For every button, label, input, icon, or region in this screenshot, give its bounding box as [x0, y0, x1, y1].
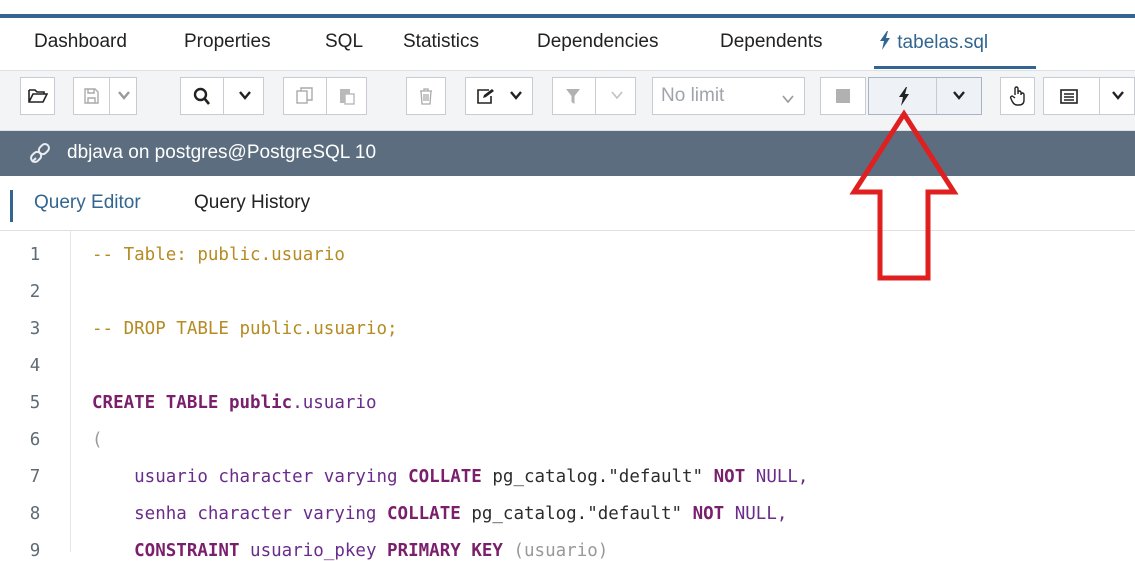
sql-text: NULL, — [724, 504, 788, 524]
tab-dashboard[interactable]: Dashboard — [34, 31, 127, 53]
search-icon — [193, 87, 211, 106]
stop-icon — [835, 88, 851, 104]
sql-text: (usuario) — [502, 541, 609, 561]
tab-query-file-label: tabelas.sql — [897, 32, 989, 53]
chevron-down-icon[interactable] — [510, 91, 522, 100]
tab-dependents[interactable]: Dependents — [720, 31, 822, 53]
connection-label: dbjava on postgres@PostgreSQL 10 — [67, 142, 377, 163]
folder-open-icon — [27, 88, 48, 104]
sql-keyword: public — [228, 393, 293, 413]
sql-keyword: COLLATE — [408, 467, 482, 487]
line-number: 8 — [29, 504, 41, 524]
editor-tab-bar: Query Editor Query History — [0, 176, 1135, 231]
edit-button[interactable] — [465, 77, 533, 115]
sql-text: usuario character varying — [92, 467, 409, 487]
tab-query-file[interactable]: tabelas.sql — [878, 31, 988, 56]
code-line: senha character varying COLLATE pg_catal… — [92, 504, 787, 524]
line-number: 2 — [29, 282, 41, 302]
tab-sql[interactable]: SQL — [325, 31, 363, 53]
main-tab-bar: Dashboard Properties SQL Statistics Depe… — [0, 18, 1135, 71]
sql-keyword: NOT — [692, 504, 725, 524]
tab-statistics[interactable]: Statistics — [403, 31, 479, 53]
chevron-down-icon[interactable] — [611, 91, 623, 100]
sql-text: usuario_pkey — [239, 541, 388, 561]
paste-icon — [338, 87, 356, 105]
tab-query-editor[interactable]: Query Editor — [34, 192, 141, 214]
line-number: 9 — [29, 541, 41, 561]
code-line: ( — [92, 430, 103, 450]
lightning-icon — [878, 31, 892, 56]
pointer-icon — [1009, 86, 1027, 106]
sql-keyword: CREATE TABLE — [92, 393, 219, 413]
code-line: -- Table: public.usuario — [92, 245, 345, 265]
filter-icon — [565, 88, 581, 105]
chevron-down-icon[interactable] — [953, 91, 965, 100]
copy-icon — [296, 87, 314, 105]
link-icon[interactable] — [28, 142, 52, 169]
sql-text: pg_catalog."default" — [481, 467, 714, 487]
filter-button[interactable] — [552, 77, 636, 115]
edit-icon — [476, 88, 496, 104]
connection-bar: dbjava on postgres@PostgreSQL 10 — [0, 131, 1135, 176]
copy-paste-group[interactable] — [283, 77, 367, 115]
code-line: -- DROP TABLE public.usuario; — [92, 319, 398, 339]
trash-icon — [419, 87, 433, 105]
row-limit-value: No limit — [661, 85, 725, 106]
sql-keyword: COLLATE — [387, 504, 461, 524]
line-number: 3 — [29, 319, 41, 339]
sql-identifier: .usuario — [292, 393, 377, 413]
pointer-button[interactable] — [1000, 77, 1035, 115]
tab-query-history[interactable]: Query History — [194, 192, 310, 214]
sql-keyword: CONSTRAINT — [92, 541, 240, 561]
chevron-down-icon[interactable] — [118, 91, 130, 100]
code-line: CREATE TABLE public.usuario — [92, 393, 377, 413]
red-arrow-annotation — [848, 108, 960, 291]
line-number: 5 — [29, 393, 41, 413]
chevron-down-icon[interactable] — [239, 91, 251, 100]
chevron-down-icon — [782, 88, 794, 110]
lightning-icon — [897, 87, 911, 106]
delete-button[interactable] — [406, 77, 446, 115]
query-toolbar: No limit — [0, 71, 1135, 131]
sql-text: pg_catalog."default" — [460, 504, 693, 524]
sql-code-editor[interactable]: 1 2 3 4 5 6 7 8 9 -- Table: public.usuar… — [0, 231, 1135, 561]
line-number: 6 — [29, 430, 41, 450]
find-button[interactable] — [180, 77, 264, 115]
chevron-down-icon[interactable] — [1112, 91, 1124, 100]
code-line: usuario character varying COLLATE pg_cat… — [92, 467, 808, 487]
line-number-gutter: 1 2 3 4 5 6 7 8 9 — [0, 231, 71, 561]
save-icon — [83, 88, 99, 104]
list-icon — [1060, 89, 1078, 104]
active-subtab-indicator — [10, 190, 13, 222]
active-tab-indicator — [874, 66, 1036, 69]
line-number: 4 — [29, 356, 41, 376]
code-line: CONSTRAINT usuario_pkey PRIMARY KEY (usu… — [92, 541, 608, 561]
open-file-button[interactable] — [20, 77, 55, 115]
line-number: 7 — [29, 467, 41, 487]
row-limit-select[interactable]: No limit — [652, 77, 805, 115]
sql-keyword: NOT — [713, 467, 746, 487]
output-options-button[interactable] — [1043, 77, 1135, 115]
sql-text: NULL, — [745, 467, 809, 487]
sql-text: senha character varying — [92, 504, 388, 524]
save-button[interactable] — [73, 77, 137, 115]
tab-properties[interactable]: Properties — [184, 31, 271, 53]
sql-keyword: PRIMARY KEY — [387, 541, 503, 561]
line-number: 1 — [29, 245, 41, 265]
tab-dependencies[interactable]: Dependencies — [537, 31, 658, 53]
